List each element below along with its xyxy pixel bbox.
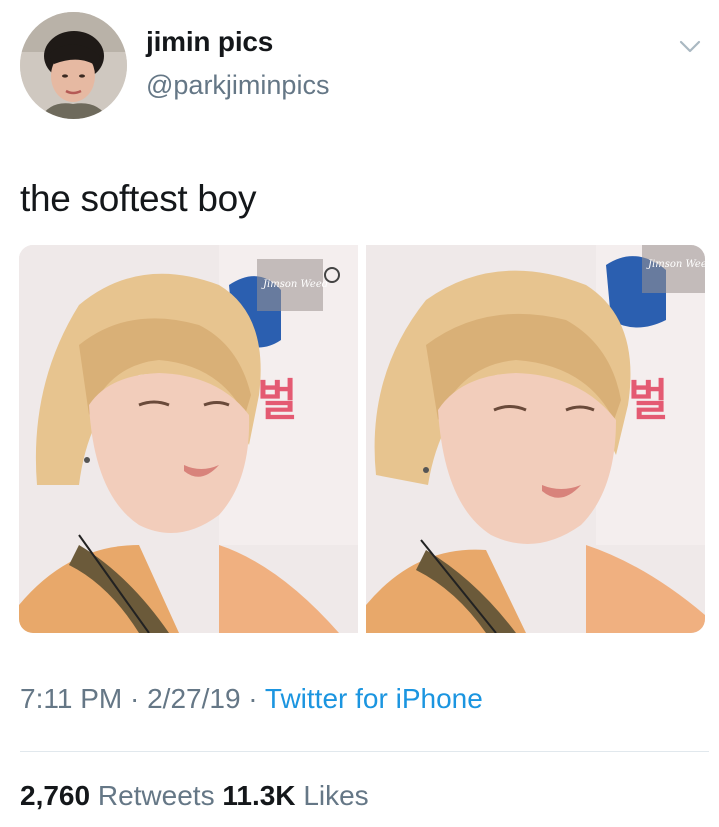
sign-text-right: 벌: [628, 375, 668, 426]
likes-stat[interactable]: 11.3K Likes: [222, 780, 368, 811]
media-grid: 벌 Jimson Weed 벌 Jimson We: [19, 245, 705, 633]
watermark-left: Jimson Weed: [261, 279, 328, 290]
avatar[interactable]: [20, 12, 127, 119]
display-name[interactable]: jimin pics: [146, 26, 273, 58]
chevron-down-icon[interactable]: [676, 36, 704, 58]
meta-separator: ·: [129, 683, 140, 714]
photo-left[interactable]: 벌 Jimson Weed: [19, 245, 358, 633]
tweet-source-link[interactable]: Twitter for iPhone: [265, 683, 483, 714]
retweets-stat[interactable]: 2,760 Retweets: [20, 780, 215, 811]
tweet-card: jimin pics @parkjiminpics the softest bo…: [0, 0, 719, 827]
sign-text-left: 벌: [257, 375, 297, 426]
likes-label: Likes: [303, 780, 369, 811]
retweets-count: 2,760: [20, 780, 91, 811]
retweets-label: Retweets: [97, 780, 215, 811]
photo-right[interactable]: 벌 Jimson Weed: [366, 245, 705, 633]
divider: [20, 751, 709, 752]
tweet-stats: 2,760 Retweets 11.3K Likes: [20, 780, 369, 812]
likes-count: 11.3K: [222, 780, 296, 811]
tweet-meta: 7:11 PM · 2/27/19 · Twitter for iPhone: [20, 683, 483, 715]
watermark-right: Jimson Weed: [646, 259, 705, 270]
tweet-time[interactable]: 7:11 PM: [20, 683, 122, 714]
user-handle[interactable]: @parkjiminpics: [146, 70, 329, 101]
meta-separator-2: ·: [248, 683, 258, 714]
tweet-date[interactable]: 2/27/19: [147, 683, 240, 714]
tweet-text: the softest boy: [20, 178, 257, 219]
